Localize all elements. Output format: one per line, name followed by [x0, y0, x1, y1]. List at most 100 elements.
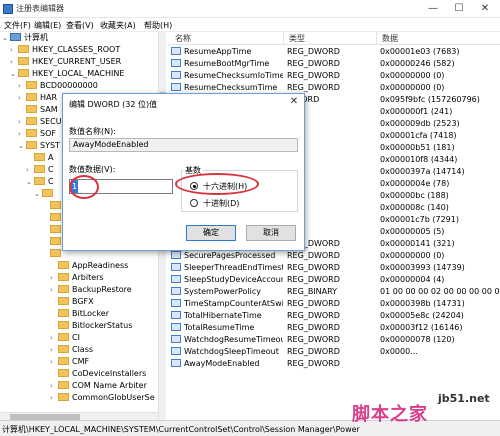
tree-item[interactable]: › HKEY_CLASSES_ROOT: [10, 44, 120, 56]
chevron-right-icon[interactable]: ›: [50, 272, 58, 284]
tree-item[interactable]: › BCD00000000: [18, 80, 98, 92]
value-name-cell: TotalHibernateTime: [171, 310, 283, 322]
tree-item-label: SAM: [40, 105, 58, 114]
menu-file[interactable]: 文件(F): [4, 20, 31, 31]
menu-view[interactable]: 查看(V): [66, 20, 94, 31]
tree-item[interactable]: [42, 212, 64, 224]
chevron-right-icon[interactable]: ›: [26, 164, 34, 176]
tree-item[interactable]: › HAR: [18, 92, 57, 104]
watermark-site: jb51.net: [438, 392, 490, 405]
chevron-right-icon[interactable]: ›: [18, 128, 26, 140]
value-name-text: TotalResumeTime: [184, 323, 255, 332]
chevron-right-icon[interactable]: ›: [18, 116, 26, 128]
table-row[interactable]: AwayModeEnabled REG_DWORD: [167, 358, 500, 370]
folder-icon: [34, 165, 45, 173]
decimal-radio-label[interactable]: 十进制(D): [203, 198, 239, 209]
close-button[interactable]: ✕: [472, 0, 498, 18]
value-name-cell: ResumeBootMgrTime: [171, 58, 283, 70]
menu-edit[interactable]: 编辑(E): [34, 20, 61, 31]
folder-icon: [42, 189, 53, 197]
tree-item[interactable]: › COM Name Arbiter: [50, 380, 147, 392]
tree-item-computer[interactable]: ⌄ 计算机: [2, 32, 48, 44]
tree-item[interactable]: › HKEY_CURRENT_USER: [10, 56, 121, 68]
tree-item[interactable]: CoDeviceInstallers: [50, 368, 146, 380]
folder-icon: [50, 201, 61, 209]
tree-item[interactable]: › CommonGlobUserSe: [50, 392, 155, 404]
tree-item[interactable]: ⌄ C: [26, 176, 54, 188]
tree-item[interactable]: [42, 236, 64, 248]
tree-item[interactable]: [42, 224, 64, 236]
tree-item[interactable]: › SOF: [18, 128, 56, 140]
table-row[interactable]: WatchdogResumeTimeout REG_DWORD 0x00000078…: [167, 334, 500, 346]
chevron-down-icon[interactable]: ⌄: [2, 32, 10, 44]
tree-item[interactable]: ⌄ SYST: [18, 140, 60, 152]
table-row[interactable]: ResumeAppTime REG_DWORD 0x00001e03 (7683): [167, 46, 500, 58]
tree-item[interactable]: › Class: [50, 344, 93, 356]
menu-help[interactable]: 帮助(H): [144, 20, 172, 31]
tree-item[interactable]: BitlockerStatus: [50, 320, 132, 332]
tree-item[interactable]: SAM: [18, 104, 58, 116]
table-row[interactable]: TimeStampCounterAtSwit... REG_DWORD 0x0000…: [167, 298, 500, 310]
chevron-right-icon[interactable]: ›: [50, 344, 58, 356]
ok-button[interactable]: 确定: [186, 225, 236, 241]
chevron-right-icon[interactable]: ›: [10, 44, 18, 56]
value-name-cell: TimeStampCounterAtSwit...: [171, 298, 283, 310]
table-row[interactable]: SleeperThreadEndTimest... REG_DWORD 0x0000…: [167, 262, 500, 274]
table-row[interactable]: ResumeChecksumIoTime REG_DWORD 0x00000000 …: [167, 70, 500, 82]
column-divider[interactable]: [283, 32, 284, 45]
table-row[interactable]: TotalHibernateTime REG_DWORD 0x00005e8c (2…: [167, 310, 500, 322]
tree-item[interactable]: ⌄: [34, 188, 56, 200]
cancel-button[interactable]: 取消: [246, 225, 296, 241]
tree-item[interactable]: › Arbiters: [50, 272, 104, 284]
table-row[interactable]: SystemPowerPolicy REG_BINARY 01 00 00 00 0…: [167, 286, 500, 298]
tree-horizontal-scrollbar[interactable]: [0, 412, 158, 420]
chevron-right-icon[interactable]: ›: [10, 56, 18, 68]
tree-item[interactable]: › SECU: [18, 116, 62, 128]
column-divider[interactable]: [376, 32, 377, 45]
chevron-right-icon[interactable]: ›: [50, 392, 58, 404]
tree-item[interactable]: ⌄ HKEY_LOCAL_MACHINE: [10, 68, 124, 80]
chevron-down-icon[interactable]: ⌄: [26, 176, 34, 188]
chevron-right-icon[interactable]: ›: [18, 80, 26, 92]
menu-favorites[interactable]: 收藏夹(A): [100, 20, 136, 31]
tree-item[interactable]: [42, 200, 64, 212]
table-row[interactable]: WatchdogSleepTimeout REG_DWORD 0x0000...: [167, 346, 500, 358]
value-data-cell: 0x0000397a (14714): [380, 167, 465, 176]
chevron-down-icon[interactable]: ⌄: [18, 140, 26, 152]
chevron-right-icon[interactable]: ›: [18, 92, 26, 104]
tree-item[interactable]: › BackupRestore: [50, 284, 132, 296]
column-header-type[interactable]: 类型: [289, 33, 305, 44]
chevron-right-icon[interactable]: ›: [50, 356, 58, 368]
chevron-right-icon[interactable]: ›: [50, 284, 58, 296]
table-row[interactable]: SleepStudyDeviceAccoun... REG_DWORD 0x0000…: [167, 274, 500, 286]
minimize-button[interactable]: —: [420, 0, 446, 18]
table-row[interactable]: ResumeBootMgrTime REG_DWORD 0x00000246 (58…: [167, 58, 500, 70]
column-header-name[interactable]: 名称: [175, 33, 191, 44]
tree-item[interactable]: [42, 248, 64, 260]
table-row[interactable]: TotalResumeTime REG_DWORD 0x00003f12 (1614…: [167, 322, 500, 334]
value-data-cell: 0x00000246 (582): [380, 59, 455, 68]
column-header-data[interactable]: 数据: [382, 33, 398, 44]
value-data-cell: 0x00000b51 (181): [380, 143, 455, 152]
chevron-right-icon[interactable]: ›: [50, 380, 58, 392]
chevron-down-icon[interactable]: ⌄: [10, 68, 18, 80]
tree-item[interactable]: AppReadiness: [50, 260, 128, 272]
value-name-text: SecurePagesProcessed: [184, 251, 276, 260]
tree-item[interactable]: › CI: [50, 332, 80, 344]
chevron-down-icon[interactable]: ⌄: [34, 188, 42, 200]
reg-value-icon: [171, 83, 181, 91]
value-name-text: WatchdogResumeTimeout: [184, 335, 283, 344]
tree-item[interactable]: BitLocker: [50, 308, 109, 320]
dialog-close-icon[interactable]: ✕: [286, 95, 302, 109]
table-row[interactable]: SecurePagesProcessed REG_DWORD 0x00000000 …: [167, 250, 500, 262]
value-data-cell: 0x00001c7b (7291): [380, 215, 459, 224]
tree-item[interactable]: BGFX: [50, 296, 94, 308]
tree-item[interactable]: › CMF: [50, 356, 89, 368]
decimal-radio[interactable]: [190, 199, 198, 207]
tree-item[interactable]: A: [26, 152, 53, 164]
chevron-right-icon[interactable]: ›: [50, 332, 58, 344]
maximize-button[interactable]: ☐: [446, 0, 472, 18]
value-data-cell: 01 00 00 00 02 00 00 00 00 00: [380, 287, 500, 296]
value-data-cell: 0x00005e8c (24204): [380, 311, 464, 320]
tree-item[interactable]: › C: [26, 164, 54, 176]
